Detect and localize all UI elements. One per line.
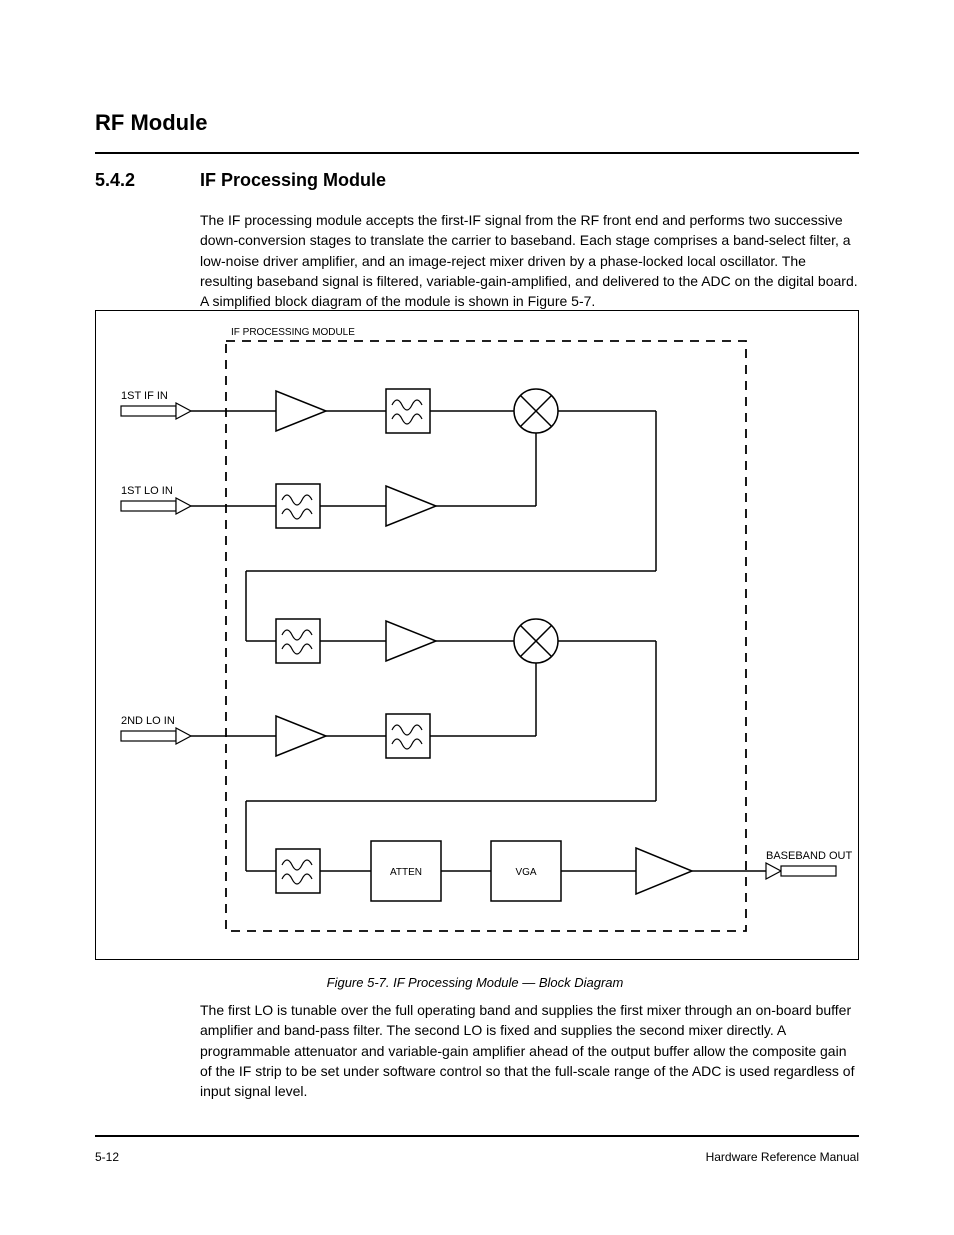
port-first-if-in bbox=[121, 403, 191, 419]
block-bpf3 bbox=[276, 849, 320, 893]
section-heading: IF Processing Module bbox=[200, 170, 386, 191]
port-first-if-in-label: 1ST IF IN bbox=[121, 390, 168, 402]
section-number: 5.4.2 bbox=[95, 170, 135, 191]
port-first-lo-in-label: 1ST LO IN bbox=[121, 485, 173, 497]
page-number: 5-12 bbox=[95, 1150, 119, 1164]
block-output-buffer bbox=[636, 848, 692, 894]
block-mixer2 bbox=[514, 619, 558, 663]
port-first-lo-in bbox=[121, 498, 191, 514]
block-lo2-filter bbox=[386, 714, 430, 758]
block-bpf1 bbox=[386, 389, 430, 433]
doc-title-footer: Hardware Reference Manual bbox=[706, 1150, 859, 1164]
paragraph-followup: The first LO is tunable over the full op… bbox=[200, 1000, 860, 1101]
block-amp2 bbox=[386, 621, 436, 661]
block-mixer1 bbox=[514, 389, 558, 433]
block-lo1-amp bbox=[386, 486, 436, 526]
module-boundary-label: IF PROCESSING MODULE bbox=[231, 327, 355, 338]
figure-caption: Figure 5-7. IF Processing Module — Block… bbox=[265, 975, 685, 990]
port-second-lo-in bbox=[121, 728, 191, 744]
block-bpf2 bbox=[276, 619, 320, 663]
port-baseband-out bbox=[766, 863, 836, 879]
paragraph-intro: The IF processing module accepts the fir… bbox=[200, 210, 860, 311]
block-lo2-amp bbox=[276, 716, 326, 756]
rule-top bbox=[95, 152, 859, 154]
block-vga-label: VGA bbox=[515, 867, 536, 878]
running-head: RF Module bbox=[95, 110, 207, 136]
block-lo1-filter bbox=[276, 484, 320, 528]
block-diagram: IF PROCESSING MODULE bbox=[96, 311, 860, 961]
block-attenuator-label: ATTEN bbox=[390, 867, 422, 878]
figure-frame: IF PROCESSING MODULE bbox=[95, 310, 859, 960]
port-baseband-out-label: BASEBAND OUT bbox=[766, 850, 852, 862]
block-amp1 bbox=[276, 391, 326, 431]
port-second-lo-in-label: 2ND LO IN bbox=[121, 715, 175, 727]
rule-bottom bbox=[95, 1135, 859, 1137]
